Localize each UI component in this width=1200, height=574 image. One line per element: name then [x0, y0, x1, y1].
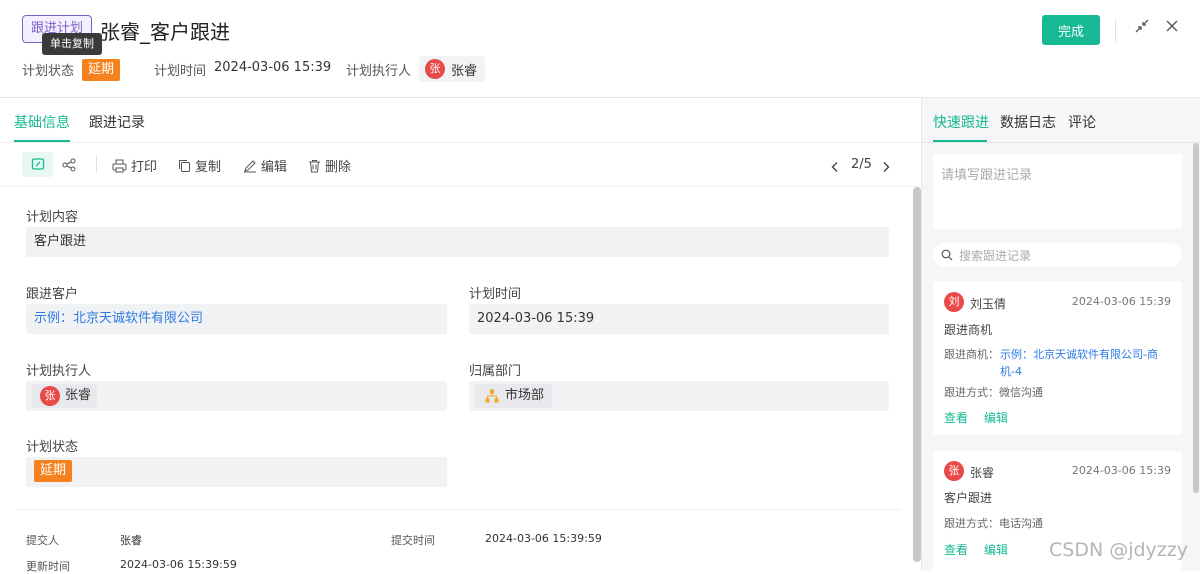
status-badge: 延期 — [82, 58, 121, 81]
plan-time-field: 2024-03-06 15:39 — [469, 304, 889, 334]
edit-note-icon — [31, 158, 45, 170]
status-field-label: 计划状态 — [26, 440, 79, 455]
dept-chip[interactable]: 市场部 — [475, 384, 553, 408]
time-label: 计划时间 — [154, 64, 207, 79]
status-label: 计划状态 — [22, 64, 75, 79]
card-view-link[interactable]: 查看 — [944, 409, 968, 426]
dept-name: 市场部 — [505, 388, 545, 403]
search-icon — [941, 249, 953, 261]
card-time: 2024-03-06 15:39 — [1071, 464, 1171, 477]
tab-follow-records[interactable]: 跟进记录 — [89, 112, 145, 132]
detail-view-button[interactable] — [22, 152, 53, 177]
search-placeholder: 搜索跟进记录 — [959, 248, 1032, 263]
follow-record-input[interactable]: 请填写跟进记录 — [933, 154, 1182, 229]
avatar: 张 — [40, 386, 60, 406]
edit-label: 编辑 — [261, 160, 288, 175]
card-opp-link-cont[interactable]: 机-4 — [1000, 363, 1022, 379]
content-field: 客户跟进 — [26, 227, 889, 257]
status-field-badge: 延期 — [34, 459, 73, 482]
update-time-value: 2024-03-06 15:39:59 — [120, 558, 237, 571]
tab-quick-follow[interactable]: 快速跟进 — [933, 112, 989, 132]
follow-card: 刘 刘玉倩 2024-03-06 15:39 跟进商机 跟进商机： 示例：北京天… — [933, 281, 1182, 435]
card-view-link[interactable]: 查看 — [944, 541, 968, 558]
page-title[interactable]: 张睿_客户跟进 — [100, 16, 230, 45]
print-label: 打印 — [131, 160, 158, 175]
right-tabs-divider — [922, 142, 1200, 143]
executor-chip[interactable]: 张 张睿 — [419, 56, 486, 82]
customer-label: 跟进客户 — [26, 287, 79, 302]
customer-link[interactable]: 示例：北京天诚软件有限公司 — [26, 304, 447, 334]
watermark: CSDN @jdyzzy — [1049, 539, 1188, 561]
card-author: 张睿 — [970, 466, 995, 480]
copy-button[interactable]: 复制 — [178, 156, 221, 175]
delete-label: 删除 — [325, 160, 352, 175]
tab-comments[interactable]: 评论 — [1068, 112, 1096, 132]
card-author: 刘玉倩 — [970, 297, 1007, 311]
delete-button[interactable]: 删除 — [308, 156, 351, 175]
right-scrollbar[interactable] — [1193, 143, 1199, 493]
copy-label: 复制 — [195, 160, 222, 175]
main-scrollbar[interactable] — [913, 187, 921, 562]
toolbar-divider — [96, 155, 97, 173]
executor-label: 计划执行人 — [346, 64, 412, 79]
executor-field-chip[interactable]: 张 张睿 — [32, 384, 98, 408]
collapse-icon[interactable] — [1132, 18, 1152, 38]
time-value: 2024-03-06 15:39 — [214, 60, 332, 75]
copy-icon — [179, 159, 190, 172]
record-pager: 2/5 — [851, 157, 872, 172]
tabs-divider — [0, 142, 920, 143]
card-title: 客户跟进 — [944, 491, 993, 505]
card-method: 跟进方式：电话沟通 — [944, 517, 1043, 530]
trash-icon — [309, 159, 320, 172]
submit-time-label: 提交时间 — [391, 534, 435, 547]
card-opp-link[interactable]: 示例：北京天诚软件有限公司-商 — [1000, 346, 1158, 362]
card-title: 跟进商机 — [944, 323, 993, 337]
plan-time-label: 计划时间 — [469, 287, 522, 302]
status-badge-text: 延期 — [82, 59, 121, 81]
executor-field-label: 计划执行人 — [26, 364, 92, 379]
tab-basic-info[interactable]: 基础信息 — [14, 112, 70, 132]
dept-field: 市场部 — [469, 381, 889, 411]
share-icon[interactable] — [62, 157, 76, 176]
avatar: 张 — [425, 59, 445, 79]
detail-header: 跟进计划 单击复制 张睿_客户跟进 计划状态 延期 计划时间 2024-03-0… — [0, 0, 1200, 98]
next-record-icon[interactable] — [880, 158, 892, 177]
submitter-value: 张睿 — [120, 534, 142, 547]
submitter-label: 提交人 — [26, 534, 59, 547]
toolbar-divider-line — [0, 186, 920, 187]
copy-tooltip: 单击复制 — [42, 33, 102, 55]
dept-label: 归属部门 — [469, 364, 522, 379]
avatar: 张 — [944, 461, 964, 481]
executor-field: 张 张睿 — [26, 381, 447, 411]
card-edit-link[interactable]: 编辑 — [984, 409, 1008, 426]
card-time: 2024-03-06 15:39 — [1071, 295, 1171, 308]
search-input[interactable]: 搜索跟进记录 — [933, 243, 1182, 267]
content-label: 计划内容 — [26, 210, 79, 225]
submit-time-value: 2024-03-06 15:39:59 — [485, 532, 602, 545]
edit-button[interactable]: 编辑 — [243, 156, 287, 175]
update-time-label: 更新时间 — [26, 560, 70, 573]
executor-name: 张睿 — [451, 63, 478, 79]
printer-icon — [112, 159, 127, 172]
footer-divider — [16, 509, 901, 510]
prev-record-icon[interactable] — [829, 158, 841, 177]
card-method: 跟进方式：微信沟通 — [944, 386, 1043, 399]
header-divider — [1115, 18, 1116, 42]
tab-data-log[interactable]: 数据日志 — [1000, 112, 1056, 132]
close-icon[interactable] — [1162, 18, 1182, 38]
print-button[interactable]: 打印 — [112, 156, 157, 175]
executor-field-name: 张睿 — [65, 388, 92, 403]
card-edit-link[interactable]: 编辑 — [984, 541, 1008, 558]
org-chart-icon — [485, 389, 499, 403]
card-opp-label: 跟进商机： — [944, 348, 999, 361]
avatar: 刘 — [944, 292, 964, 312]
complete-button[interactable]: 完成 — [1042, 15, 1100, 45]
pencil-icon — [244, 159, 256, 172]
status-field: 延期 — [26, 457, 447, 487]
